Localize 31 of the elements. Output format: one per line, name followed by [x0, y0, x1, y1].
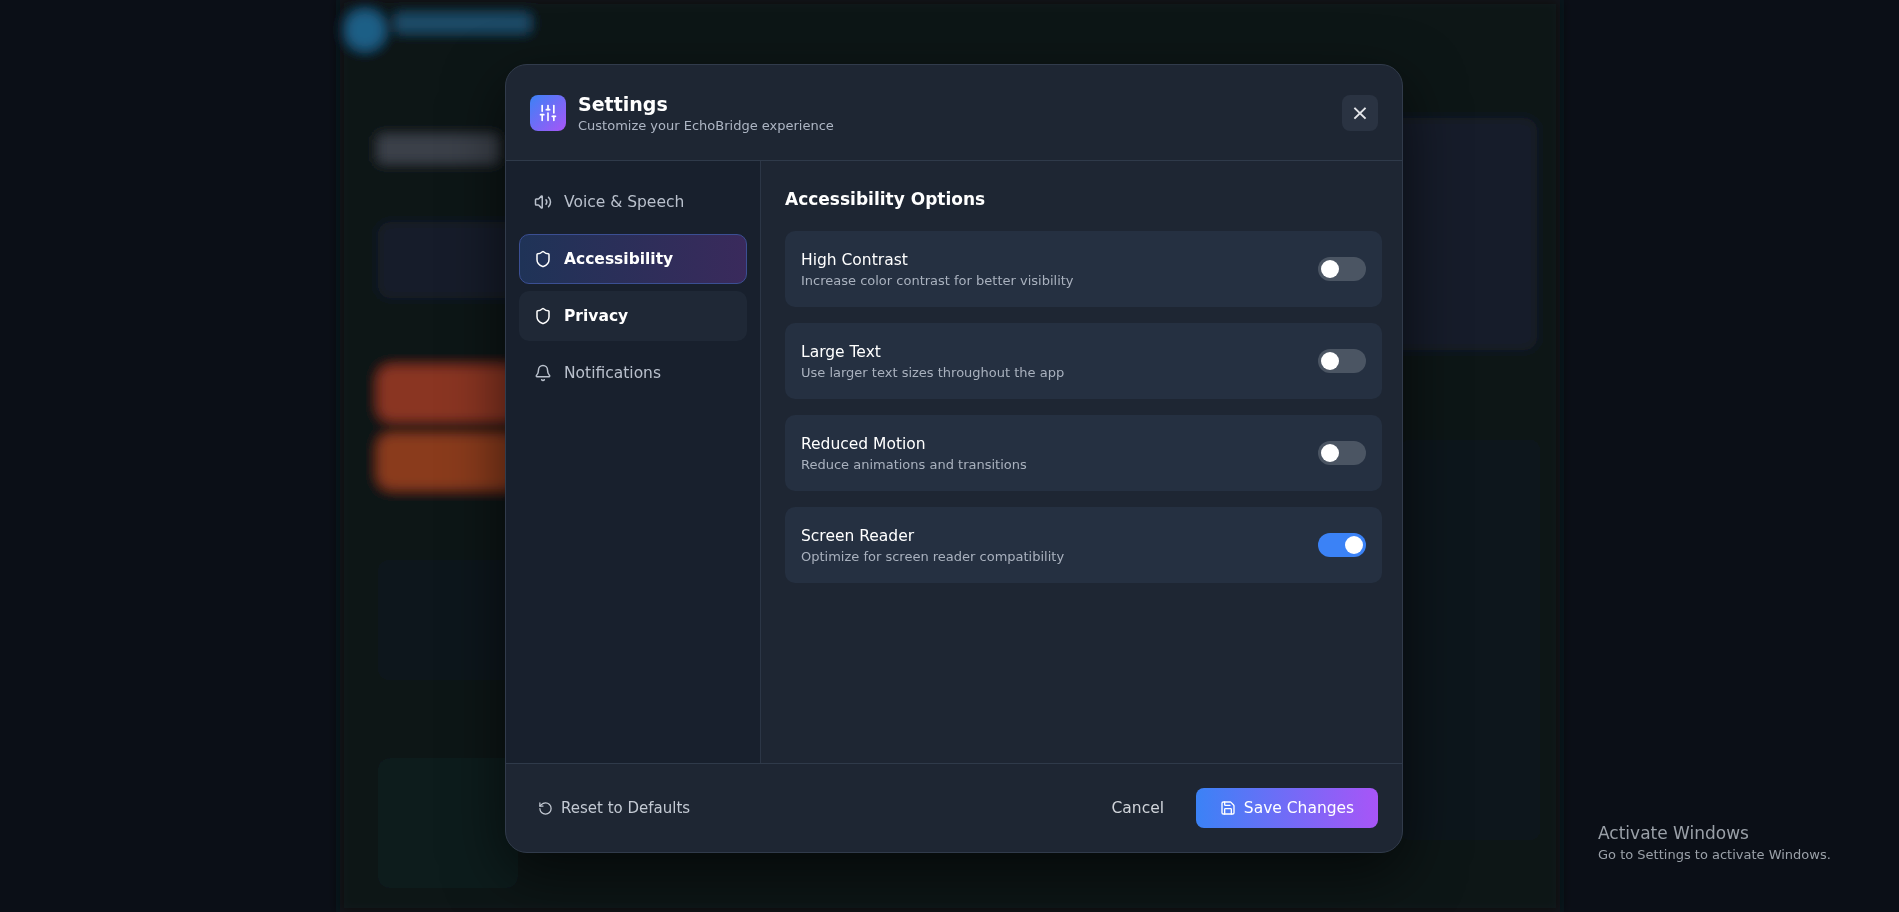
reset-icon [538, 800, 553, 816]
speaker-icon [534, 193, 552, 211]
dialog-title: Settings [578, 92, 669, 115]
shield-icon [534, 307, 552, 325]
activation-text: Go to Settings to activate Windows. [1598, 847, 1831, 862]
bell-icon [534, 364, 552, 382]
sidebar-item[interactable]: Notifications [519, 348, 747, 398]
cancel-button[interactable]: Cancel [1103, 791, 1172, 825]
option-title: Screen Reader [801, 526, 916, 545]
option-title: Large Text [801, 342, 882, 361]
option-description: Reduce animations and transitions [801, 456, 1028, 472]
save-button[interactable]: Save Changes [1196, 788, 1378, 828]
toggle-switch[interactable] [1318, 257, 1366, 281]
shield-icon [534, 250, 552, 268]
dialog-subtitle: Customize your EchoBridge experience [578, 117, 835, 133]
sliders-icon [530, 94, 566, 131]
toggle-switch[interactable] [1318, 533, 1366, 557]
reset-button[interactable]: Reset to Defaults [534, 795, 695, 821]
section-heading: Accessibility Options [785, 189, 987, 209]
option-description: Use larger text sizes throughout the app [801, 364, 1066, 380]
sidebar-item[interactable]: Accessibility [519, 234, 747, 284]
toggle-switch[interactable] [1318, 441, 1366, 465]
toggle-switch[interactable] [1318, 349, 1366, 373]
option-title: Reduced Motion [801, 434, 927, 453]
option-title: High Contrast [801, 250, 909, 269]
sidebar-item[interactable]: Privacy [519, 291, 747, 341]
option-description: Optimize for screen reader compatibility [801, 548, 1066, 564]
option-description: Increase color contrast for better visibility [801, 272, 1075, 288]
sidebar-item[interactable]: Voice & Speech [519, 177, 747, 227]
close-button[interactable]: × [1342, 94, 1378, 131]
activation-title: Activate Windows [1598, 823, 1750, 843]
